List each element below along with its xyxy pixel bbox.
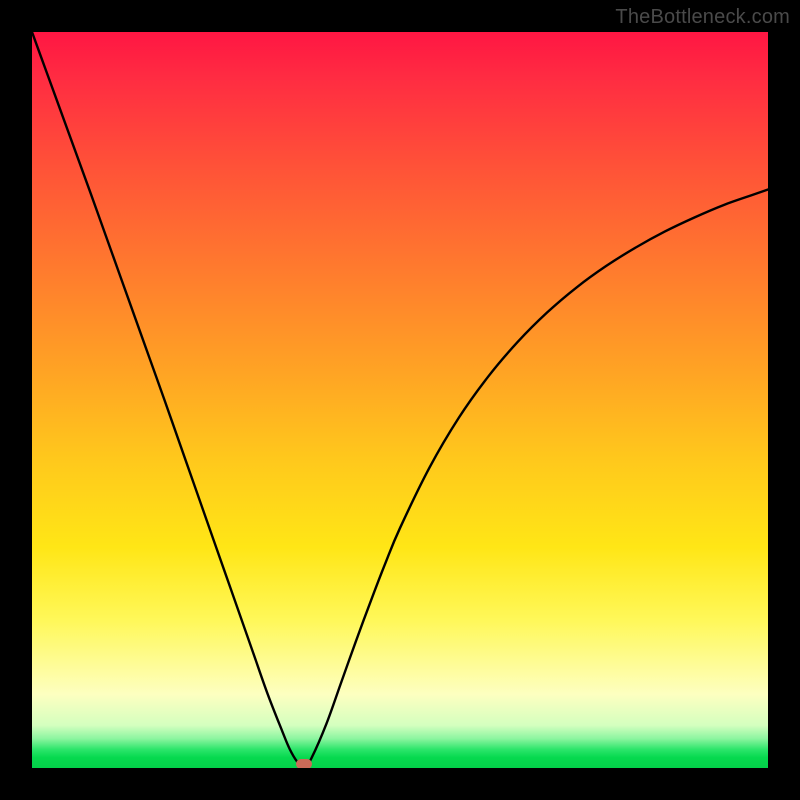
minimum-marker [296, 759, 312, 768]
watermark-text: TheBottleneck.com [615, 6, 790, 29]
bottleneck-curve [32, 32, 768, 768]
chart-container: TheBottleneck.com [0, 0, 800, 800]
plot-area [32, 32, 768, 768]
